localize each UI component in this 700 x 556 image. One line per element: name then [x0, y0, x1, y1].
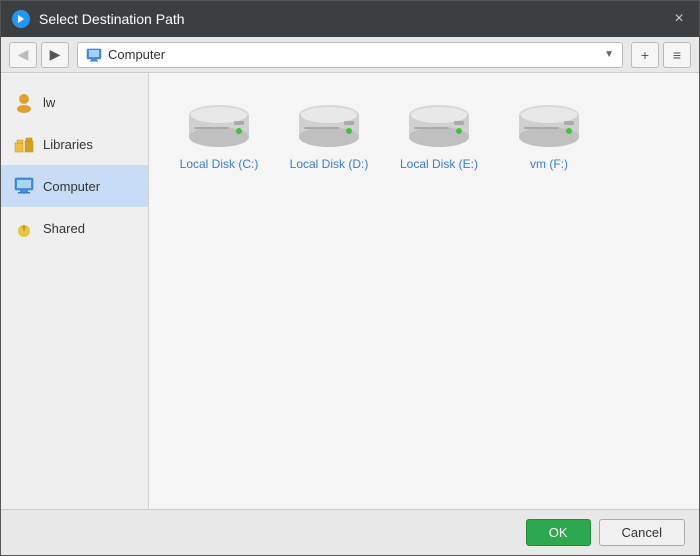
- drive-f-icon: [514, 103, 584, 151]
- new-folder-icon: +: [641, 47, 649, 63]
- drive-d[interactable]: Local Disk (D:): [279, 93, 379, 181]
- dialog: Select Destination Path × ◀ ▶ Computer ▼: [0, 0, 700, 556]
- toolbar: ◀ ▶ Computer ▼ + ≡: [1, 37, 699, 73]
- sidebar-shared-label: Shared: [43, 221, 85, 236]
- drive-f-label: vm (F:): [530, 157, 568, 171]
- drive-f[interactable]: vm (F:): [499, 93, 599, 181]
- cancel-button[interactable]: Cancel: [599, 519, 685, 546]
- title-bar: Select Destination Path ×: [1, 1, 699, 37]
- sidebar-item-libraries[interactable]: Libraries: [1, 123, 148, 165]
- address-bar[interactable]: Computer ▼: [77, 42, 623, 68]
- sidebar-item-lw[interactable]: lw: [1, 81, 148, 123]
- drive-d-icon: [294, 103, 364, 151]
- drive-e[interactable]: Local Disk (E:): [389, 93, 489, 181]
- sidebar-libraries-label: Libraries: [43, 137, 93, 152]
- sidebar-lw-label: lw: [43, 95, 55, 110]
- view-button[interactable]: ≡: [663, 42, 691, 68]
- app-icon: [11, 9, 31, 29]
- drive-e-label: Local Disk (E:): [400, 157, 478, 171]
- content-area: lw Libraries: [1, 73, 699, 509]
- address-text: Computer: [108, 47, 604, 62]
- back-button[interactable]: ◀: [9, 42, 37, 68]
- library-icon: [13, 133, 35, 155]
- drive-c[interactable]: Local Disk (C:): [169, 93, 269, 181]
- address-dropdown-icon: ▼: [604, 49, 614, 60]
- forward-button[interactable]: ▶: [41, 42, 69, 68]
- computer-sidebar-icon: [13, 175, 35, 197]
- drive-d-label: Local Disk (D:): [290, 157, 369, 171]
- sidebar-computer-label: Computer: [43, 179, 100, 194]
- drive-c-icon: [184, 103, 254, 151]
- dialog-title: Select Destination Path: [39, 11, 669, 27]
- sidebar-item-shared[interactable]: Shared: [1, 207, 148, 249]
- computer-icon: [86, 47, 102, 63]
- shared-icon: [13, 217, 35, 239]
- user-icon: [13, 91, 35, 113]
- close-button[interactable]: ×: [669, 9, 689, 29]
- new-folder-button[interactable]: +: [631, 42, 659, 68]
- footer: OK Cancel: [1, 509, 699, 555]
- sidebar: lw Libraries: [1, 73, 149, 509]
- forward-icon: ▶: [50, 46, 61, 63]
- ok-button[interactable]: OK: [526, 519, 591, 546]
- sidebar-item-computer[interactable]: Computer: [1, 165, 148, 207]
- file-area: Local Disk (C:) Local Disk (D:): [149, 73, 699, 509]
- drive-c-label: Local Disk (C:): [180, 157, 259, 171]
- view-icon: ≡: [673, 47, 681, 63]
- drive-e-icon: [404, 103, 474, 151]
- back-icon: ◀: [18, 46, 29, 63]
